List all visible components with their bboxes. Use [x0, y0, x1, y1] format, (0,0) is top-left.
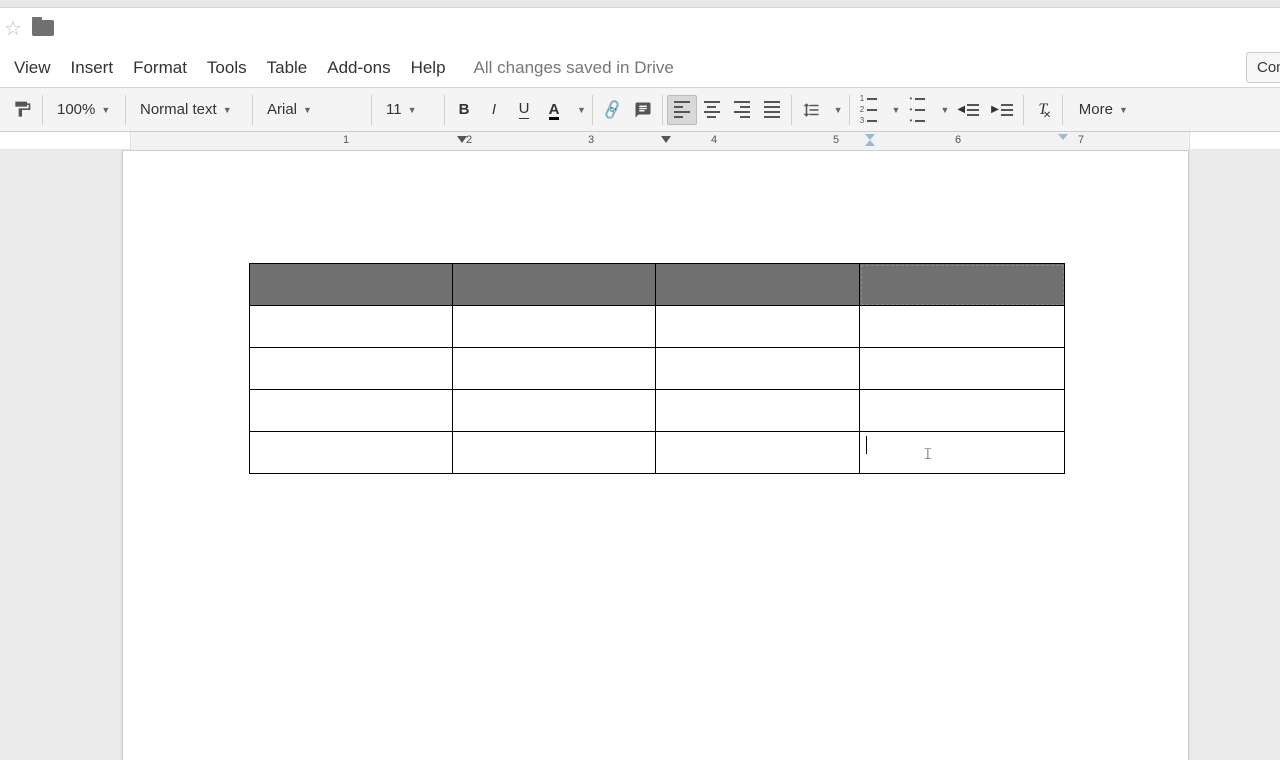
- table-cell[interactable]: [250, 390, 453, 432]
- menu-bar: View Insert Format Tools Table Add-ons H…: [0, 48, 1280, 88]
- table-cell[interactable]: [452, 348, 655, 390]
- align-left-button[interactable]: [667, 95, 697, 125]
- increase-indent-button[interactable]: ▶: [985, 95, 1019, 125]
- decrease-indent-button[interactable]: ◀: [951, 95, 985, 125]
- tab-stop-icon[interactable]: [457, 136, 467, 143]
- ruler[interactable]: 1 2 3 4 5 6 7: [130, 132, 1190, 150]
- paint-format-icon[interactable]: [6, 95, 38, 125]
- paragraph-style-value: Normal text: [140, 101, 217, 118]
- text-color-button[interactable]: A: [539, 95, 569, 125]
- ruler-mark-3: 3: [588, 134, 594, 146]
- bold-button[interactable]: B: [449, 95, 479, 125]
- chevron-down-icon: ▼: [892, 105, 901, 115]
- menu-table[interactable]: Table: [257, 52, 318, 84]
- underline-button[interactable]: U: [509, 95, 539, 125]
- table-cell[interactable]: [655, 432, 860, 474]
- chevron-down-icon: ▼: [1119, 105, 1128, 115]
- table-cell[interactable]: [860, 348, 1065, 390]
- left-indent-marker[interactable]: [865, 134, 875, 146]
- workspace[interactable]: 𝙸: [0, 150, 1280, 760]
- ruler-mark-1: 1: [343, 134, 349, 146]
- table-cell[interactable]: [655, 348, 860, 390]
- chevron-down-icon: ▼: [223, 105, 232, 115]
- zoom-dropdown[interactable]: 100% ▼: [47, 95, 121, 125]
- menu-view[interactable]: View: [4, 52, 61, 84]
- table-cell[interactable]: [250, 348, 453, 390]
- table-cell[interactable]: [250, 432, 453, 474]
- font-size-dropdown[interactable]: 11 ▼: [376, 95, 440, 125]
- table-header-cell[interactable]: [452, 264, 655, 306]
- ruler-row: 1 2 3 4 5 6 7: [0, 132, 1280, 150]
- ibeam-cursor-icon: 𝙸: [922, 446, 933, 464]
- italic-button[interactable]: I: [479, 95, 509, 125]
- bulleted-list-button[interactable]: •••: [902, 95, 932, 125]
- table-cell[interactable]: [860, 306, 1065, 348]
- ruler-mark-7: 7: [1078, 134, 1084, 146]
- table-cell[interactable]: [860, 390, 1065, 432]
- tab-stop-icon[interactable]: [661, 136, 671, 143]
- table-row[interactable]: [250, 390, 1065, 432]
- ruler-mark-4: 4: [711, 134, 717, 146]
- table-cell[interactable]: [452, 390, 655, 432]
- chevron-down-icon: ▼: [577, 105, 586, 115]
- table-cell[interactable]: [655, 306, 860, 348]
- table-header-cell[interactable]: [655, 264, 860, 306]
- paragraph-style-dropdown[interactable]: Normal text ▼: [130, 95, 248, 125]
- menu-addons[interactable]: Add-ons: [317, 52, 400, 84]
- title-row: ☆: [0, 8, 1280, 48]
- numbered-list-dropdown[interactable]: ▼: [884, 95, 903, 125]
- table-row[interactable]: [250, 306, 1065, 348]
- chevron-down-icon: ▼: [101, 105, 110, 115]
- align-justify-button[interactable]: [757, 95, 787, 125]
- numbered-list-button[interactable]: 123: [854, 95, 884, 125]
- comments-button[interactable]: Comments: [1246, 52, 1280, 83]
- font-value: Arial: [267, 101, 297, 118]
- menu-insert[interactable]: Insert: [61, 52, 124, 84]
- document-page[interactable]: 𝙸: [122, 150, 1189, 760]
- menu-help[interactable]: Help: [401, 52, 456, 84]
- table-cell-active[interactable]: 𝙸: [860, 432, 1065, 474]
- right-indent-marker[interactable]: [1058, 134, 1068, 146]
- insert-link-button[interactable]: 🔗: [593, 90, 632, 129]
- insert-comment-button[interactable]: [628, 95, 658, 125]
- ruler-mark-6: 6: [955, 134, 961, 146]
- text-cursor-icon: [866, 436, 867, 454]
- ruler-mark-5: 5: [833, 134, 839, 146]
- more-label: More: [1079, 101, 1113, 118]
- table-header-cell[interactable]: [860, 264, 1065, 306]
- toolbar: 100% ▼ Normal text ▼ Arial ▼ 11 ▼ B I U …: [0, 88, 1280, 132]
- text-color-dropdown[interactable]: ▼: [569, 95, 588, 125]
- table-row[interactable]: [250, 264, 1065, 306]
- table-row[interactable]: [250, 348, 1065, 390]
- table-cell[interactable]: [250, 306, 453, 348]
- document-table[interactable]: 𝙸: [249, 263, 1065, 474]
- menu-format[interactable]: Format: [123, 52, 197, 84]
- line-spacing-dropdown[interactable]: ▼: [826, 95, 845, 125]
- browser-chrome: [0, 0, 1280, 8]
- chevron-down-icon: ▼: [940, 105, 949, 115]
- star-icon[interactable]: ☆: [4, 16, 22, 41]
- bulleted-list-dropdown[interactable]: ▼: [932, 95, 951, 125]
- align-right-button[interactable]: [727, 95, 757, 125]
- menu-tools[interactable]: Tools: [197, 52, 257, 84]
- clear-formatting-button[interactable]: T✕: [1028, 95, 1058, 125]
- font-dropdown[interactable]: Arial ▼: [257, 95, 367, 125]
- line-spacing-button[interactable]: [796, 95, 826, 125]
- table-row[interactable]: 𝙸: [250, 432, 1065, 474]
- zoom-value: 100%: [57, 101, 95, 118]
- more-button[interactable]: More ▼: [1067, 95, 1140, 125]
- align-center-button[interactable]: [697, 95, 727, 125]
- table-header-cell[interactable]: [250, 264, 453, 306]
- table-cell[interactable]: [452, 306, 655, 348]
- font-size-value: 11: [386, 101, 402, 118]
- folder-icon[interactable]: [32, 20, 54, 36]
- chevron-down-icon: ▼: [303, 105, 312, 115]
- save-status: All changes saved in Drive: [474, 58, 674, 78]
- table-cell[interactable]: [452, 432, 655, 474]
- chevron-down-icon: ▼: [834, 105, 843, 115]
- chevron-down-icon: ▼: [408, 105, 417, 115]
- table-cell[interactable]: [655, 390, 860, 432]
